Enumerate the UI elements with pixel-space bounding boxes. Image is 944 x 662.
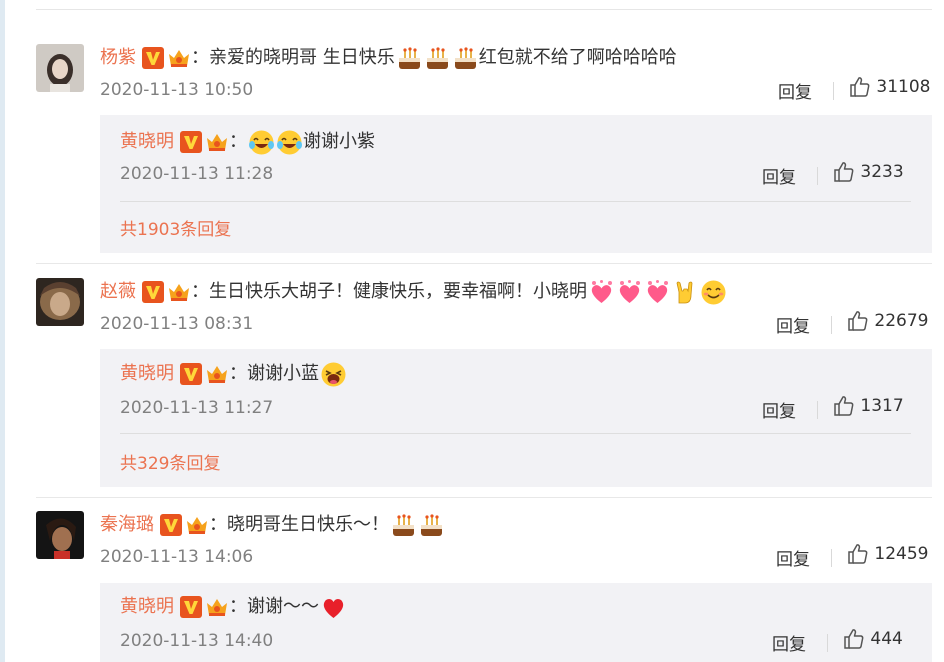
reply-username[interactable]: 黄晓明 [120, 363, 174, 384]
comment-text-after: 红包就不给了啊哈哈哈哈 [478, 47, 677, 68]
reply-text: ： [229, 131, 247, 152]
member-crown-icon [205, 596, 229, 618]
comment-username[interactable]: 杨紫 [100, 47, 136, 68]
verified-v-icon [180, 363, 202, 385]
comment-text: ：亲爱的晓明哥 生日快乐 [191, 47, 395, 68]
reply-username[interactable]: 黄晓明 [120, 131, 174, 152]
thumbs-up-icon [847, 310, 869, 332]
verified-v-icon [160, 514, 182, 536]
reply-button[interactable]: 回复 [762, 163, 796, 188]
verified-v-icon [180, 596, 202, 618]
reply-divider [120, 433, 911, 434]
like-button[interactable]: 3233 [833, 161, 904, 183]
heart-cluster-emoji [616, 279, 643, 306]
reply-text: ：谢谢～～ [229, 596, 319, 617]
avatar[interactable] [36, 44, 84, 92]
cake-emoji [424, 45, 451, 72]
like-count: 12459 [874, 544, 929, 564]
reply-text-line: 黄晓明 ：谢谢小蓝 [120, 360, 912, 388]
reply-time: 2020-11-13 11:27 [120, 398, 274, 418]
laugh-cry-emoji [276, 129, 303, 156]
thumbs-up-icon [833, 395, 855, 417]
more-replies-link[interactable]: 共1903条回复 [120, 215, 231, 240]
comment-time: 2020-11-13 14:06 [100, 547, 254, 567]
reply-divider [120, 201, 911, 202]
divider [817, 167, 818, 185]
comment-username[interactable]: 赵薇 [100, 281, 136, 302]
like-button[interactable]: 444 [843, 628, 903, 650]
avatar[interactable] [36, 278, 84, 326]
like-count: 1317 [860, 396, 904, 416]
verified-v-icon [180, 131, 202, 153]
thumbs-up-icon [843, 628, 865, 650]
reply-button[interactable]: 回复 [778, 78, 812, 103]
like-count: 3233 [860, 162, 904, 182]
thumbs-up-icon [849, 76, 871, 98]
reply-text: ：谢谢小蓝 [229, 363, 319, 384]
heart-cluster-emoji [588, 279, 615, 306]
like-count: 444 [870, 629, 903, 649]
reply-text-line: 黄晓明 ：谢谢～～ [120, 593, 912, 621]
comment-divider [36, 497, 932, 498]
member-crown-icon [167, 47, 191, 69]
reply-button[interactable]: 回复 [772, 630, 806, 655]
red-heart-emoji [320, 594, 347, 621]
laugh-cry-emoji [248, 129, 275, 156]
like-button[interactable]: 1317 [833, 395, 904, 417]
left-edge-strip [0, 0, 5, 662]
member-crown-icon [205, 363, 229, 385]
like-count: 22679 [874, 311, 929, 331]
reply-time: 2020-11-13 11:28 [120, 164, 274, 184]
reply-button[interactable]: 回复 [762, 397, 796, 422]
comment-text-line: 赵薇 ：生日快乐大胡子！健康快乐，要幸福啊！小晓明 [100, 278, 932, 306]
top-divider [36, 9, 932, 10]
grin-emoji [320, 361, 347, 388]
comment-item: 杨紫 ：亲爱的晓明哥 生日快乐 红包就不给了啊哈哈哈哈 2020-11-13 10:… [36, 44, 932, 103]
divider [833, 82, 834, 100]
cake-emoji [396, 45, 423, 72]
more-replies-link[interactable]: 共329条回复 [120, 449, 220, 474]
like-button[interactable]: 22679 [847, 310, 929, 332]
member-crown-icon [205, 131, 229, 153]
comment-time: 2020-11-13 10:50 [100, 80, 254, 100]
reply-time: 2020-11-13 14:40 [120, 631, 274, 651]
comment-item: 赵薇 ：生日快乐大胡子！健康快乐，要幸福啊！小晓明 2020-11-13 08:3… [36, 278, 932, 337]
like-count: 31108 [876, 77, 931, 97]
heart-cluster-emoji [644, 279, 671, 306]
smile-emoji [700, 279, 727, 306]
comment-text-line: 杨紫 ：亲爱的晓明哥 生日快乐 红包就不给了啊哈哈哈哈 [100, 44, 932, 72]
reply-text-after: 谢谢小紫 [303, 131, 375, 152]
verified-v-icon [142, 47, 164, 69]
comment-text-line: 秦海璐 ：晓明哥生日快乐～！ [100, 511, 932, 539]
divider [817, 401, 818, 419]
reply-box: 黄晓明 ：谢谢～～ 2020-11-13 14:40 回复 444 [100, 583, 932, 662]
member-crown-icon [185, 514, 209, 536]
divider [831, 549, 832, 567]
cake-emoji [418, 512, 445, 539]
thumbs-up-icon [833, 161, 855, 183]
comment-time: 2020-11-13 08:31 [100, 314, 254, 334]
like-button[interactable]: 12459 [847, 543, 929, 565]
comment-item: 秦海璐 ：晓明哥生日快乐～！ 2020-11-13 14:06 回复 12459 [36, 511, 932, 570]
like-button[interactable]: 31108 [849, 76, 931, 98]
reply-button[interactable]: 回复 [776, 545, 810, 570]
thumbs-up-icon [847, 543, 869, 565]
comment-username[interactable]: 秦海璐 [100, 514, 154, 535]
comment-divider [36, 263, 932, 264]
cake-emoji [390, 512, 417, 539]
divider [827, 634, 828, 652]
reply-button[interactable]: 回复 [776, 312, 810, 337]
reply-box: 黄晓明 ：谢谢小蓝 2020-11-13 11:27 回复 1317 共329条回… [100, 349, 932, 487]
cake-emoji [452, 45, 479, 72]
reply-box: 黄晓明 ： 谢谢小紫 2020-11-13 11:28 回复 3233 共1903条… [100, 115, 932, 253]
reply-text-line: 黄晓明 ： 谢谢小紫 [120, 128, 912, 156]
reply-username[interactable]: 黄晓明 [120, 596, 174, 617]
avatar[interactable] [36, 511, 84, 559]
rock-hand-emoji [672, 279, 699, 306]
comment-text: ：生日快乐大胡子！健康快乐，要幸福啊！小晓明 [191, 281, 587, 302]
member-crown-icon [167, 281, 191, 303]
divider [831, 316, 832, 334]
verified-v-icon [142, 281, 164, 303]
comment-text: ：晓明哥生日快乐～！ [209, 514, 389, 535]
